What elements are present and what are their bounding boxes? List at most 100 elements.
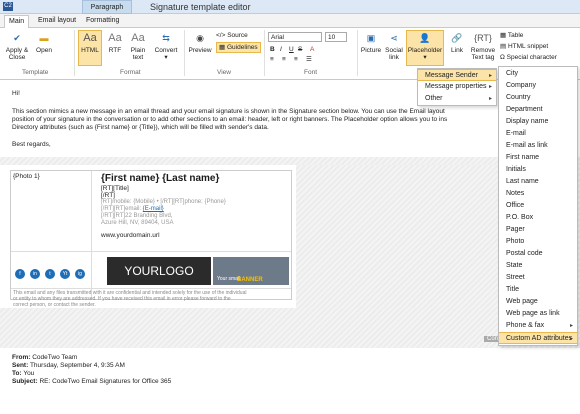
rtf-button[interactable]: Aa RTF <box>104 31 126 54</box>
chevron-right-icon: ▸ <box>569 323 573 329</box>
subject-line: Subject: RE: CodeTwo Email Signatures fo… <box>12 378 172 385</box>
menu-item-message-sender[interactable]: Message Sender ▸ <box>418 69 496 81</box>
body-line: This section mimics a new message in an … <box>12 108 445 115</box>
divider <box>264 30 265 76</box>
align-center-icon[interactable]: ≡ <box>282 55 286 64</box>
menu-item-country[interactable]: Country <box>499 92 577 104</box>
align-right-icon[interactable]: ≡ <box>294 55 298 64</box>
menu-item-custom-ad-attributes[interactable]: Custom AD attributes ▸ <box>499 332 577 344</box>
email-link[interactable]: {E-mail} <box>143 206 164 212</box>
check-icon: ✔ <box>13 32 21 43</box>
website-text: www.yourdomain.url <box>101 232 160 239</box>
menu-item-web-page-as-link[interactable]: Web page as link <box>499 308 577 320</box>
address-line: Azure Hill, NV, 89404, USA <box>101 220 174 226</box>
open-button[interactable]: ▬ Open <box>33 31 55 54</box>
menu-item-notes[interactable]: Notes <box>499 188 577 200</box>
linkedin-icon[interactable]: in <box>30 269 40 279</box>
menu-item-pager[interactable]: Pager <box>499 224 577 236</box>
font-size-combo[interactable]: 10 <box>325 32 347 42</box>
menu-item-photo[interactable]: Photo <box>499 236 577 248</box>
align-left-icon[interactable]: ≡ <box>270 55 274 64</box>
group-label-view: View <box>217 69 231 76</box>
youtube-icon[interactable]: Yt <box>60 269 70 279</box>
social-link-button[interactable]: ⋖ Social link <box>383 31 405 61</box>
to-line: To: You <box>12 370 35 377</box>
chevron-right-icon: ▸ <box>488 96 492 102</box>
font-color-icon[interactable]: A <box>310 45 314 54</box>
html-snippet-button[interactable]: ▤ HTML snippet <box>500 42 548 51</box>
menu-item-state[interactable]: State <box>499 260 577 272</box>
tab-email-layout[interactable]: Email layout <box>34 15 80 28</box>
chevron-down-icon: ▾ <box>423 54 427 61</box>
menu-item-initials[interactable]: Initials <box>499 164 577 176</box>
braces-icon: {RT} <box>474 32 492 43</box>
rt-tag: [/RT] <box>101 192 115 199</box>
divider <box>11 288 291 289</box>
preview-button[interactable]: ◉ Preview <box>187 31 213 54</box>
html-button[interactable]: Aa HTML <box>78 30 102 66</box>
divider <box>357 30 358 76</box>
special-character-button[interactable]: Ω Special character <box>500 53 557 62</box>
format-aa-icon: Aa <box>131 31 145 44</box>
table-button[interactable]: ▦ Table <box>500 31 523 40</box>
omega-icon: Ω <box>500 54 505 61</box>
convert-arrows-icon: ⇆ <box>162 32 170 43</box>
picture-icon: ▣ <box>366 32 376 43</box>
menu-item-city[interactable]: City <box>499 68 577 80</box>
twitter-icon[interactable]: t <box>45 269 55 279</box>
bold-button[interactable]: B <box>270 45 275 54</box>
menu-item-department[interactable]: Department <box>499 104 577 116</box>
table-icon: ▦ <box>500 32 507 39</box>
menu-item-email[interactable]: E-mail <box>499 128 577 140</box>
bullets-icon[interactable]: ☰ <box>306 55 312 64</box>
plain-text-button[interactable]: Aa Plain text <box>127 31 149 61</box>
menu-item-phone-fax[interactable]: Phone & fax ▸ <box>499 320 577 332</box>
underline-button[interactable]: U <box>289 45 294 54</box>
menu-item-first-name[interactable]: First name <box>499 152 577 164</box>
placeholder-button[interactable]: 👤 Placeholder ▾ <box>406 30 444 66</box>
link-button[interactable]: 🔗 Link <box>447 31 467 54</box>
picture-button[interactable]: ▣ Picture <box>360 31 382 54</box>
font-name-combo[interactable]: Arial <box>268 32 322 42</box>
chevron-down-icon: ▾ <box>164 54 168 61</box>
menu-item-message-properties[interactable]: Message properties ▸ <box>418 81 496 93</box>
divider <box>11 251 291 252</box>
guidelines-button[interactable]: ▦ Guidelines <box>216 42 261 53</box>
folder-icon: ▬ <box>39 32 49 43</box>
menu-item-display-name[interactable]: Display name <box>499 116 577 128</box>
chevron-right-icon: ▸ <box>488 84 492 90</box>
app-icon: C2 <box>3 2 13 11</box>
menu-item-postal-code[interactable]: Postal code <box>499 248 577 260</box>
menu-item-web-page[interactable]: Web page <box>499 296 577 308</box>
sent-line: Sent: Thursday, September 4, 9:35 AM <box>12 362 125 369</box>
menu-item-other[interactable]: Other ▸ <box>418 93 496 105</box>
window-title: Signature template editor <box>150 2 251 12</box>
convert-button[interactable]: ⇆ Convert ▾ <box>151 31 181 61</box>
facebook-icon[interactable]: f <box>15 269 25 279</box>
person-icon: 👤 <box>419 32 431 43</box>
menu-item-po-box[interactable]: P.O. Box <box>499 212 577 224</box>
menu-item-company[interactable]: Company <box>499 80 577 92</box>
signature-block[interactable]: {Photo 1} {First name} {Last name} [RT][… <box>10 170 292 308</box>
banner-image: Your small BANNER <box>213 257 289 285</box>
tab-main[interactable]: Main <box>4 15 30 28</box>
menu-item-street[interactable]: Street <box>499 272 577 284</box>
source-button[interactable]: </> Source <box>216 31 248 40</box>
menu-item-last-name[interactable]: Last name <box>499 176 577 188</box>
greeting-text: Hi! <box>12 90 20 97</box>
group-label-font: Font <box>304 69 318 76</box>
instagram-icon[interactable]: ig <box>75 269 85 279</box>
context-tab-paragraph[interactable]: Paragraph <box>82 0 132 14</box>
menu-item-email-as-link[interactable]: E-mail as link <box>499 140 577 152</box>
menu-item-office[interactable]: Office <box>499 200 577 212</box>
italic-button[interactable]: I <box>280 45 282 54</box>
photo-placeholder: {Photo 1} <box>13 173 40 180</box>
tab-formatting[interactable]: Formatting <box>82 15 123 28</box>
strikethrough-button[interactable]: S <box>298 45 302 54</box>
menu-item-title[interactable]: Title <box>499 284 577 296</box>
format-aa-icon: Aa <box>83 31 97 44</box>
grid-icon: ▦ <box>219 44 226 51</box>
remove-text-tag-button[interactable]: {RT} Remove Text tag <box>469 31 497 61</box>
body-line: position of your signature in the conver… <box>12 116 448 123</box>
apply-close-button[interactable]: ✔ Apply & Close <box>4 31 30 61</box>
